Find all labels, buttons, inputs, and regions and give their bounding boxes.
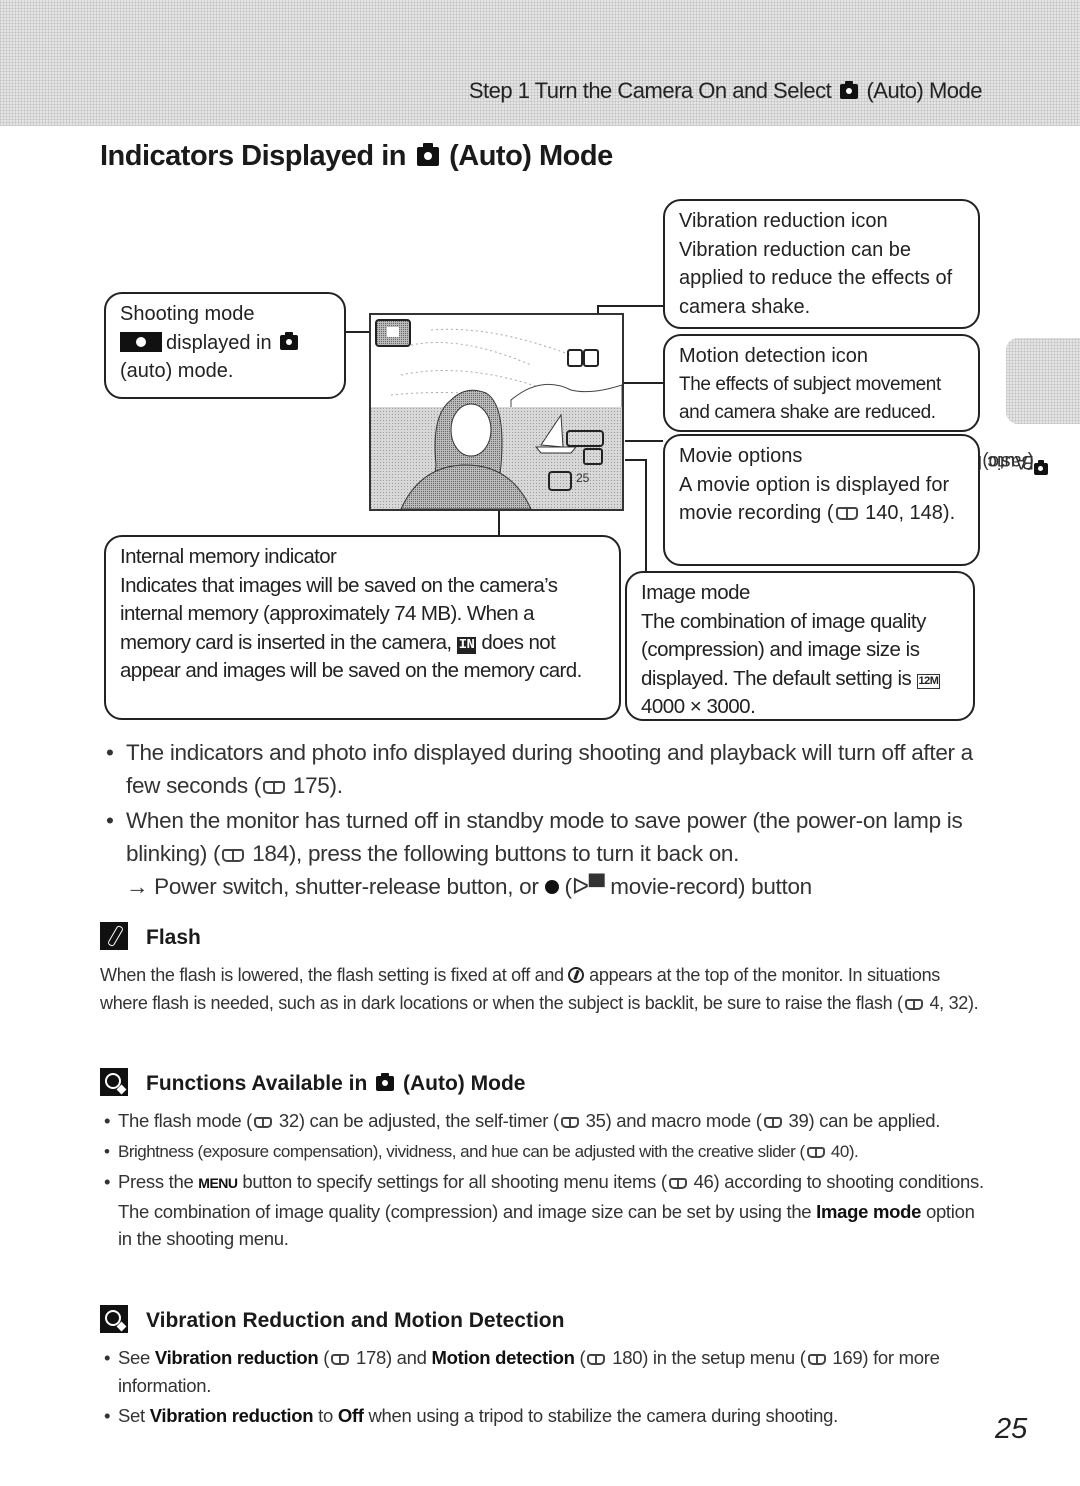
image-mode-icon: 12M — [916, 673, 941, 689]
notes-list: The indicators and photo info displayed … — [106, 736, 986, 903]
breadcrumb-suffix: (Auto) Mode — [866, 78, 982, 103]
callout-title: Shooting mode — [120, 303, 255, 325]
chapter-side-label: Basic Photography and Playback: (Auto) M… — [750, 440, 1048, 900]
auto-mode-camera-icon — [376, 1073, 395, 1091]
functions-item: Brightness (exposure compensation), vivi… — [104, 1138, 989, 1166]
auto-mode-camera-icon — [1034, 463, 1048, 475]
leader-line — [625, 440, 663, 442]
callout-text: The effects of subject movement and came… — [679, 373, 941, 424]
auto-mode-camera-icon — [839, 81, 858, 99]
leader-line — [625, 459, 646, 461]
vr-md-item: Set Vibration reduction to Off when usin… — [104, 1402, 989, 1430]
preview-shots-remaining: 25 — [576, 471, 590, 485]
leader-line — [645, 459, 647, 571]
callout-text: The combination of image quality (compre… — [641, 609, 926, 690]
callout-text: Vibration reduction can be applied to re… — [679, 238, 953, 318]
preview-illustration: 25 — [371, 315, 622, 509]
internal-memory-icon: IN — [456, 636, 477, 654]
callout-text: (auto) mode. — [120, 360, 234, 382]
tip-magnifier-icon — [100, 1305, 128, 1333]
page-title-prefix: Indicators Displayed in — [100, 140, 406, 172]
menu-button-glyph: MENU — [198, 1175, 238, 1191]
functions-item: Press the MENU button to specify setting… — [104, 1168, 989, 1253]
movie-record-icon: (ᐅ▀ — [564, 874, 605, 899]
vr-md-heading: Vibration Reduction and Motion Detection — [100, 1305, 564, 1333]
note-item: When the monitor has turned off in stand… — [106, 804, 986, 870]
vr-md-item: See Vibration reduction ( 178) and Motio… — [104, 1344, 989, 1399]
book-reference-icon — [806, 1146, 825, 1158]
book-reference-icon — [668, 1178, 687, 1189]
callout-image-mode: Image mode The combination of image qual… — [625, 571, 975, 721]
auto-mode-camera-icon — [280, 331, 299, 350]
book-reference-icon — [262, 781, 285, 794]
book-reference-icon — [587, 1354, 606, 1365]
callout-title: Internal memory indicator — [120, 545, 337, 568]
page-title-suffix: (Auto) Mode — [449, 140, 613, 172]
sailboat — [534, 446, 578, 454]
page-number: 25 — [995, 1413, 1028, 1445]
leader-line — [346, 331, 370, 333]
book-reference-icon — [904, 998, 923, 1010]
vr-md-list: See Vibration reduction ( 178) and Motio… — [104, 1344, 989, 1433]
functions-list: The flash mode ( 32) can be adjusted, th… — [104, 1107, 989, 1256]
note-subitem: → Power switch, shutter-release button, … — [126, 874, 812, 899]
callout-vibration-reduction: Vibration reduction icon Vibration reduc… — [663, 199, 980, 329]
auto-mode-camera-icon — [416, 143, 439, 166]
callout-title: Image mode — [641, 581, 750, 604]
callout-title: Movie options — [679, 445, 803, 467]
person-face — [450, 403, 492, 457]
book-reference-icon — [331, 1354, 350, 1365]
book-reference-icon — [222, 849, 245, 862]
flash-off-icon — [568, 967, 585, 983]
flash-heading: Flash — [100, 922, 201, 950]
callout-text: 140, 148). — [865, 502, 956, 524]
callout-motion-detection: Motion detection icon The effects of sub… — [663, 334, 980, 432]
callout-text: 4000 × 3000. — [641, 695, 756, 718]
callout-movie-options: Movie options A movie option is displaye… — [663, 434, 980, 566]
callout-shooting-mode: Shooting mode displayed in (auto) mode. — [104, 292, 346, 399]
flash-text: When the flash is lowered, the flash set… — [100, 965, 979, 1013]
auto-mode-indicator-icon — [120, 331, 162, 352]
book-reference-icon — [835, 507, 858, 520]
callout-title: Motion detection icon — [679, 345, 869, 367]
chapter-header-band: Step 1 Turn the Camera On and Select (Au… — [0, 0, 1080, 126]
callout-internal-memory: Internal memory indicator Indicates that… — [104, 535, 621, 720]
tip-magnifier-icon — [100, 1068, 128, 1096]
record-button-icon — [544, 880, 559, 894]
breadcrumb-prefix: Step 1 Turn the Camera On and Select — [468, 78, 832, 103]
functions-heading: Functions Available in (Auto) Mode — [100, 1068, 525, 1096]
functions-item: The flash mode ( 32) can be adjusted, th… — [104, 1107, 989, 1135]
book-reference-icon — [807, 1354, 826, 1365]
callout-text: displayed in — [166, 331, 272, 354]
chapter-side-tab — [1006, 338, 1080, 424]
note-pencil-icon — [100, 922, 128, 950]
page-title: Indicators Displayed in (Auto) Mode — [100, 140, 613, 173]
leader-line — [597, 305, 663, 307]
camera-monitor-preview: 25 — [369, 313, 624, 511]
callout-title: Vibration reduction icon — [679, 210, 888, 232]
book-reference-icon — [763, 1117, 782, 1128]
note-item: The indicators and photo info displayed … — [106, 736, 986, 802]
book-reference-icon — [254, 1117, 273, 1128]
breadcrumb: Step 1 Turn the Camera On and Select (Au… — [468, 78, 983, 104]
book-reference-icon — [560, 1117, 579, 1128]
